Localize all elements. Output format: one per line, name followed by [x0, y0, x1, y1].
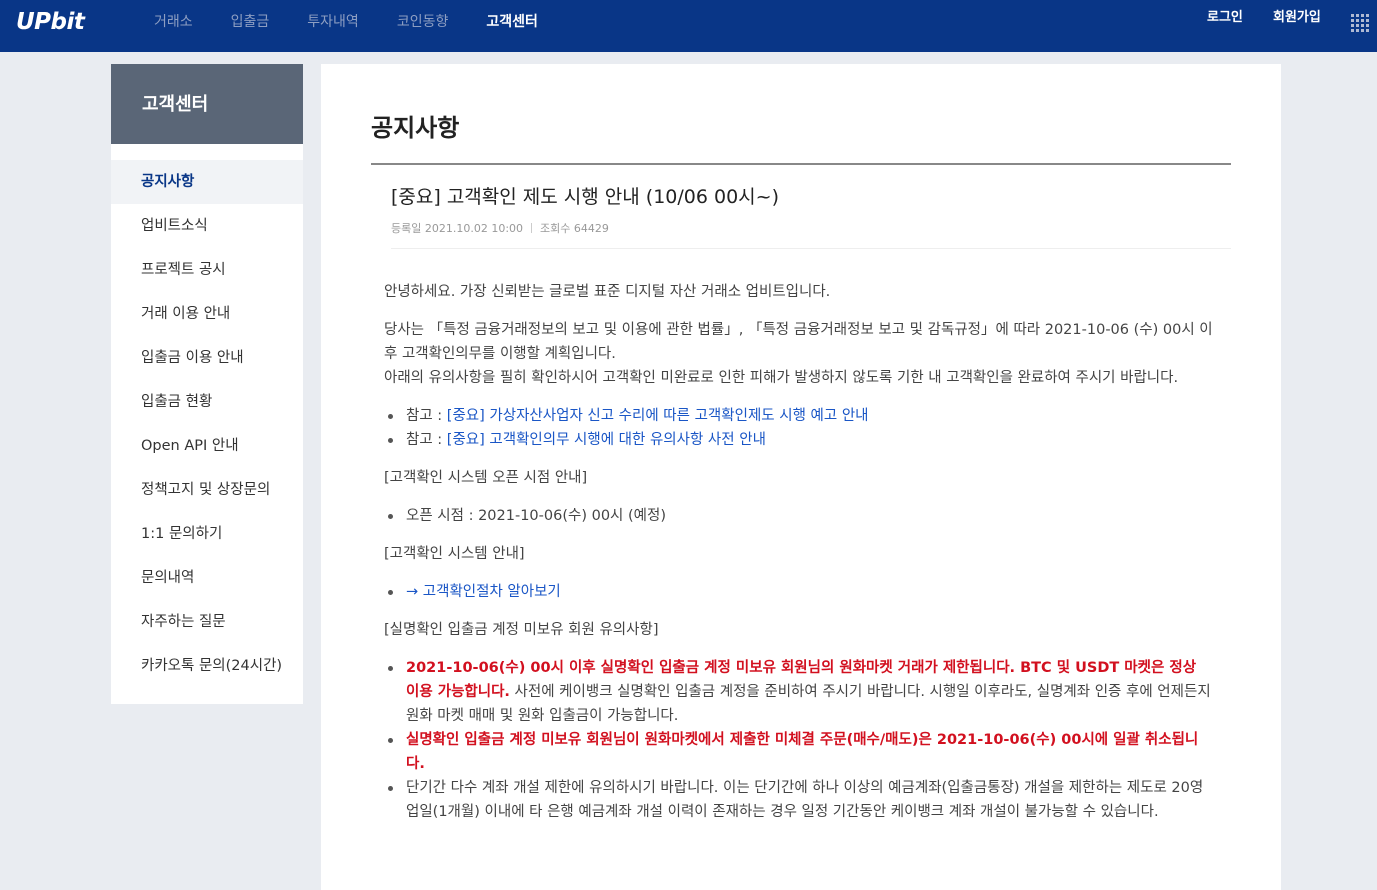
nav-investments[interactable]: 투자내역 — [307, 0, 359, 52]
section-heading-warnings: [실명확인 입출금 계정 미보유 회원 유의사항] — [384, 622, 659, 638]
warning-2-highlight: 실명확인 입출금 계정 미보유 회원님이 원화마켓에서 제출한 미체결 주문(매… — [406, 732, 1199, 772]
notice-date: 등록일 2021.10.02 10:00 — [391, 222, 524, 235]
notice-views: 조회수 64429 — [540, 222, 609, 235]
sidebar: 고객센터 공지사항 업비트소식 프로젝트 공시 거래 이용 안내 입출금 이용 … — [111, 64, 303, 704]
greeting-text: 안녕하세요. 가장 신뢰받는 글로벌 표준 디지털 자산 거래소 업비트입니다. — [384, 284, 831, 300]
reference-list: 참고 : [중요] 가상자산사업자 신고 수리에 따른 고객확인제도 시행 예고… — [384, 404, 1214, 452]
intro-paragraph: 당사는 「특정 금융거래정보의 보고 및 이용에 관한 법률」, 「특정 금융거… — [384, 318, 1214, 390]
sidebar-menu: 공지사항 업비트소식 프로젝트 공시 거래 이용 안내 입출금 이용 안내 입출… — [111, 160, 303, 688]
sidebar-item-kakaotalk[interactable]: 카카오톡 문의(24시간) — [111, 644, 303, 688]
ref-prefix: 참고 : — [406, 408, 447, 424]
app-grid-icon[interactable] — [1351, 14, 1369, 32]
main-content: 공지사항 [중요] 고객확인 제도 시행 안내 (10/06 00시~) 등록일… — [321, 64, 1281, 890]
procedure-link[interactable]: → 고객확인절차 알아보기 — [406, 584, 561, 600]
open-time-list: 오픈 시점 : 2021-10-06(수) 00시 (예정) — [384, 504, 1214, 528]
nav-customer-center[interactable]: 고객센터 — [486, 0, 538, 52]
meta-divider — [391, 248, 1231, 249]
meta-separator — [531, 223, 533, 233]
nav-exchange[interactable]: 거래소 — [154, 0, 193, 52]
sidebar-item-deposit-guide[interactable]: 입출금 이용 안내 — [111, 336, 303, 380]
notice-title: [중요] 고객확인 제도 시행 안내 (10/06 00시~) — [391, 186, 779, 208]
section-heading-open-time: [고객확인 시스템 오픈 시점 안내] — [384, 470, 588, 486]
sidebar-title: 고객센터 — [111, 64, 303, 144]
signup-link[interactable]: 회원가입 — [1273, 6, 1321, 25]
nav-deposit-withdraw[interactable]: 입출금 — [231, 0, 270, 52]
list-item: 2021-10-06(수) 00시 이후 실명확인 입출금 계정 미보유 회원님… — [384, 656, 1214, 728]
list-item: 참고 : [중요] 가상자산사업자 신고 수리에 따른 고객확인제도 시행 예고… — [384, 404, 1214, 428]
list-item: 실명확인 입출금 계정 미보유 회원님이 원화마켓에서 제출한 미체결 주문(매… — [384, 728, 1214, 776]
title-divider — [371, 163, 1231, 165]
top-navigation-bar: UPbit 거래소 입출금 투자내역 코인동향 고객센터 로그인 회원가입 — [0, 0, 1377, 52]
intro-text-1: 당사는 「특정 금융거래정보의 보고 및 이용에 관한 법률」, 「특정 금융거… — [384, 322, 1213, 362]
ref-prefix: 참고 : — [406, 432, 447, 448]
sidebar-item-notices[interactable]: 공지사항 — [111, 160, 303, 204]
sidebar-item-policy-listing[interactable]: 정책고지 및 상장문의 — [111, 468, 303, 512]
sidebar-item-deposit-status[interactable]: 입출금 현황 — [111, 380, 303, 424]
reference-link-1[interactable]: [중요] 가상자산사업자 신고 수리에 따른 고객확인제도 시행 예고 안내 — [447, 408, 869, 424]
reference-link-2[interactable]: [중요] 고객확인의무 시행에 대한 유의사항 사전 안내 — [447, 432, 766, 448]
list-item: 단기간 다수 계좌 개설 제한에 유의하시기 바랍니다. 이는 단기간에 하나 … — [384, 776, 1214, 824]
list-item: 오픈 시점 : 2021-10-06(수) 00시 (예정) — [384, 504, 1214, 528]
page-title: 공지사항 — [371, 114, 460, 142]
list-item: → 고객확인절차 알아보기 — [384, 580, 1214, 604]
sidebar-item-inquiry-history[interactable]: 문의내역 — [111, 556, 303, 600]
intro-text-2: 아래의 유의사항을 필히 확인하시어 고객확인 미완료로 인한 피해가 발생하지… — [384, 370, 1179, 386]
sidebar-item-open-api[interactable]: Open API 안내 — [111, 424, 303, 468]
sidebar-item-project-disclosure[interactable]: 프로젝트 공시 — [111, 248, 303, 292]
nav-coin-trends[interactable]: 코인동향 — [397, 0, 449, 52]
section-heading-system: [고객확인 시스템 안내] — [384, 546, 525, 562]
login-link[interactable]: 로그인 — [1207, 6, 1243, 25]
procedure-list: → 고객확인절차 알아보기 — [384, 580, 1214, 604]
notice-meta: 등록일 2021.10.02 10:00 조회수 64429 — [391, 220, 609, 236]
sidebar-item-trading-guide[interactable]: 거래 이용 안내 — [111, 292, 303, 336]
sidebar-item-inquiry[interactable]: 1:1 문의하기 — [111, 512, 303, 556]
upbit-logo[interactable]: UPbit — [16, 9, 85, 35]
sidebar-item-upbit-news[interactable]: 업비트소식 — [111, 204, 303, 248]
warning-list: 2021-10-06(수) 00시 이후 실명확인 입출금 계정 미보유 회원님… — [384, 656, 1214, 824]
list-item: 참고 : [중요] 고객확인의무 시행에 대한 유의사항 사전 안내 — [384, 428, 1214, 452]
main-nav: 거래소 입출금 투자내역 코인동향 고객센터 — [154, 0, 576, 52]
warning-3-text: 단기간 다수 계좌 개설 제한에 유의하시기 바랍니다. 이는 단기간에 하나 … — [406, 780, 1204, 820]
warning-1-text: 사전에 케이뱅크 실명확인 입출금 계정을 준비하여 주시기 바랍니다. 시행일… — [406, 684, 1211, 724]
notice-body: 안녕하세요. 가장 신뢰받는 글로벌 표준 디지털 자산 거래소 업비트입니다.… — [384, 280, 1214, 838]
sidebar-item-faq[interactable]: 자주하는 질문 — [111, 600, 303, 644]
